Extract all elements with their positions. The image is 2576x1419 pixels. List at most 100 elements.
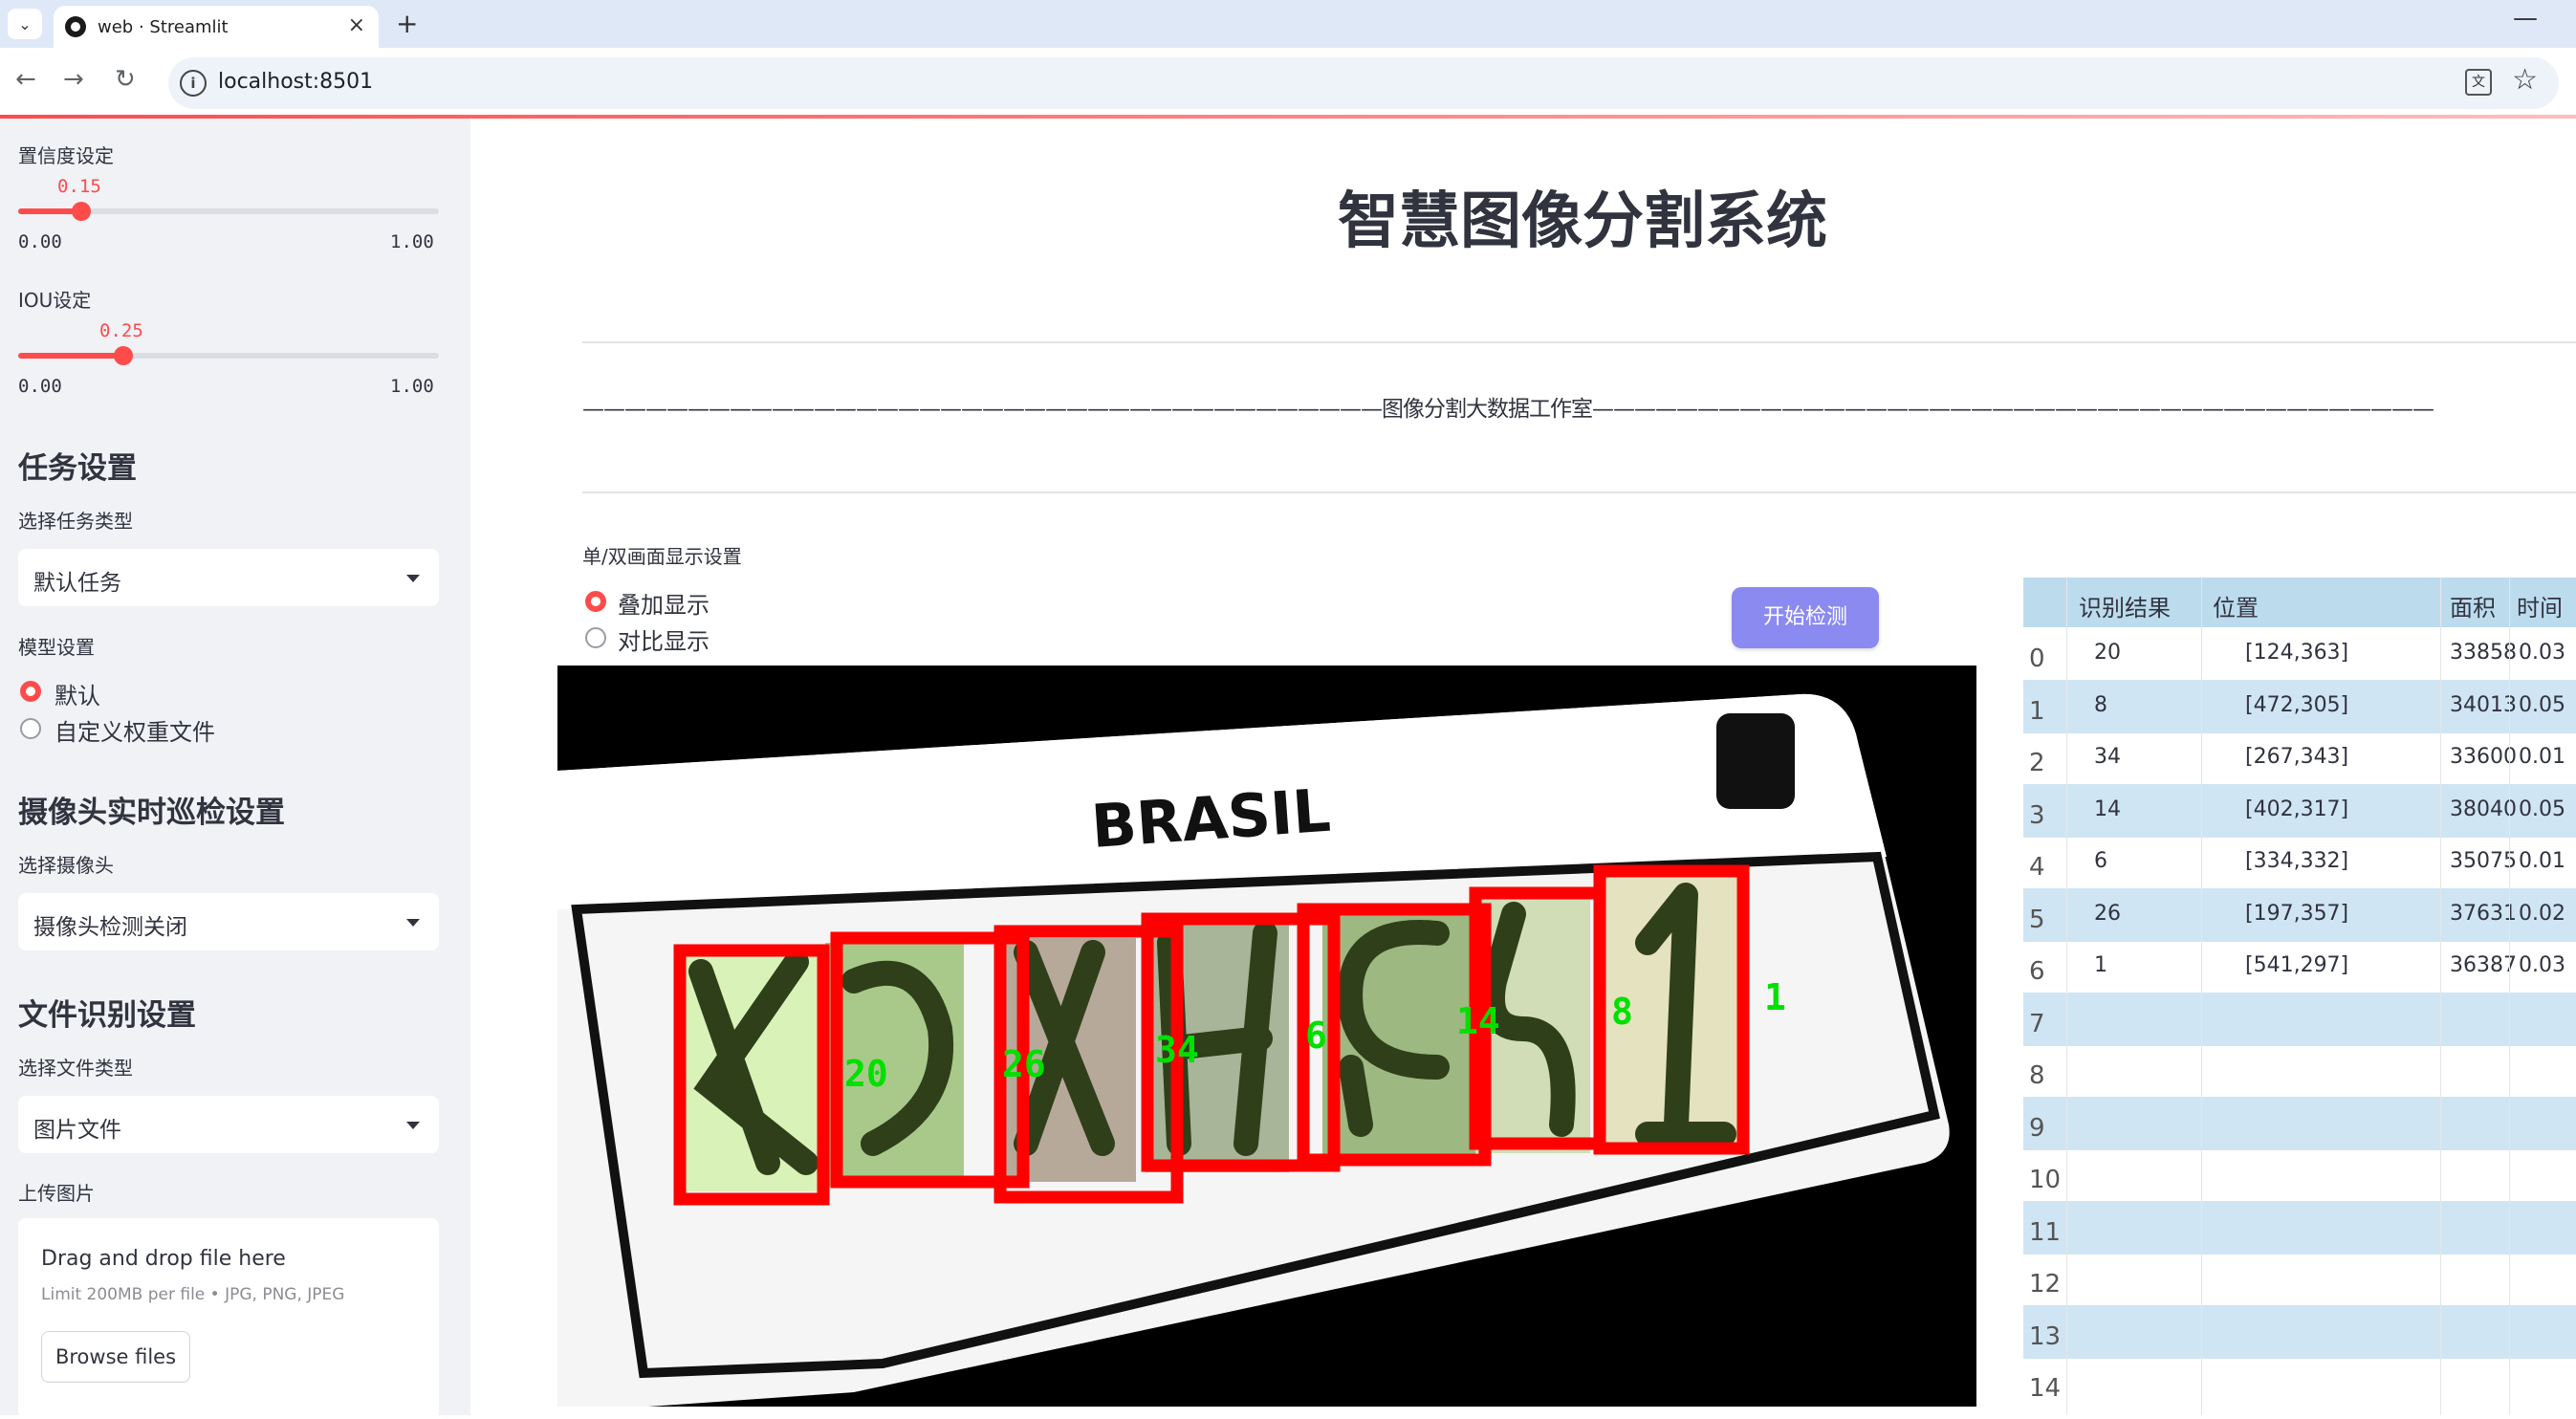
iou-min: 0.00 xyxy=(18,376,62,397)
confidence-min: 0.00 xyxy=(18,231,62,252)
iou-slider[interactable] xyxy=(18,346,439,365)
chevron-down-icon xyxy=(406,919,420,927)
column-header[interactable]: 面积 xyxy=(2450,589,2496,622)
bookmark-star-icon[interactable]: ☆ xyxy=(2512,63,2538,97)
row-index: 14 xyxy=(2029,1374,2062,1403)
table-row[interactable]: 7 xyxy=(2023,992,2576,1046)
table-cell: 20 xyxy=(2094,641,2121,665)
table-cell: 0.01 xyxy=(2519,849,2565,873)
compare-mode-label[interactable]: 对比显示 xyxy=(618,622,709,656)
column-header[interactable]: 识别结果 xyxy=(2079,589,2171,622)
back-icon[interactable]: ← xyxy=(15,65,36,94)
table-row[interactable]: 12 xyxy=(2023,1253,2576,1306)
address-bar[interactable]: i localhost:8501 文 ☆ xyxy=(168,57,2559,109)
file-uploader-dropzone[interactable]: Drag and drop file here Limit 200MB per … xyxy=(18,1218,439,1419)
row-index: 11 xyxy=(2029,1217,2062,1247)
table-cell: 6 xyxy=(2094,849,2107,873)
table-cell: 33858 xyxy=(2450,641,2517,665)
table-row[interactable]: 10 xyxy=(2023,1148,2576,1202)
overlay-mode-radio[interactable] xyxy=(585,591,606,612)
table-cell: 8 xyxy=(2094,692,2107,717)
studio-divider-text: ——————————————————————————————————————图像… xyxy=(582,397,2434,422)
table-row[interactable]: 1 8 [472,305] 34013 0.05 xyxy=(2023,679,2576,733)
table-cell: 34013 xyxy=(2450,692,2517,717)
row-index: 2 xyxy=(2029,749,2045,777)
table-cell: 26 xyxy=(2094,901,2121,926)
box-label: 14 xyxy=(1456,1000,1500,1042)
task-type-select[interactable]: 默认任务 xyxy=(18,549,439,606)
table-row[interactable]: 5 26 [197,357] 37631 0.02 xyxy=(2023,887,2576,942)
forward-icon[interactable]: → xyxy=(63,65,84,94)
row-index: 8 xyxy=(2029,1061,2045,1090)
box-label: 1 xyxy=(1764,976,1786,1018)
iou-label: IOU设定 xyxy=(18,289,92,312)
new-tab-icon[interactable]: + xyxy=(396,8,418,39)
table-cell: 1 xyxy=(2094,953,2107,977)
table-row[interactable]: 2 34 [267,343] 33600 0.01 xyxy=(2023,731,2576,785)
box-label: 20 xyxy=(844,1053,888,1095)
model-custom-radio[interactable] xyxy=(20,718,41,739)
page-title: 智慧图像分割系统 xyxy=(1338,186,1827,257)
tab-close-icon[interactable]: × xyxy=(348,13,365,37)
column-header[interactable]: 时间 xyxy=(2517,589,2563,622)
confidence-label: 置信度设定 xyxy=(18,144,114,167)
camera-settings-heading: 摄像头实时巡检设置 xyxy=(18,796,285,830)
column-header[interactable]: 位置 xyxy=(2213,589,2259,622)
file-type-value: 图片文件 xyxy=(33,1118,121,1143)
table-row[interactable]: 8 xyxy=(2023,1044,2576,1098)
table-row[interactable]: 3 14 [402,317] 38040 0.05 xyxy=(2023,783,2576,838)
model-default-radio[interactable] xyxy=(20,681,41,702)
browse-files-button[interactable]: Browse files xyxy=(41,1331,190,1383)
confidence-slider-thumb[interactable] xyxy=(72,202,91,221)
site-info-icon[interactable]: i xyxy=(180,70,207,97)
table-cell: 0.01 xyxy=(2519,745,2565,769)
row-index: 1 xyxy=(2029,696,2045,726)
overlay-mode-label[interactable]: 叠加显示 xyxy=(618,586,709,620)
browser-tab[interactable]: web · Streamlit × xyxy=(54,6,379,48)
translate-icon[interactable]: 文 xyxy=(2465,69,2492,96)
table-row[interactable]: 14 xyxy=(2023,1357,2576,1410)
box-label: 8 xyxy=(1611,991,1633,1033)
box-label: 34 xyxy=(1155,1029,1199,1071)
column-divider xyxy=(2440,578,2441,1415)
start-detection-button[interactable]: 开始检测 xyxy=(1732,587,1879,648)
table-cell: 36387 xyxy=(2450,953,2517,977)
iou-max: 1.00 xyxy=(390,376,434,397)
table-row[interactable]: 4 6 [334,332] 35075 0.01 xyxy=(2023,836,2576,889)
iou-slider-thumb[interactable] xyxy=(114,346,133,365)
upload-label: 上传图片 xyxy=(18,1182,95,1205)
row-index: 13 xyxy=(2029,1321,2062,1351)
upload-limit: Limit 200MB per file • JPG, PNG, JPEG xyxy=(41,1285,345,1304)
table-cell: [472,305] xyxy=(2245,692,2349,717)
iou-value: 0.25 xyxy=(99,320,143,341)
table-cell: 14 xyxy=(2094,797,2121,821)
table-cell: 0.05 xyxy=(2519,692,2565,717)
row-index: 4 xyxy=(2029,853,2045,882)
table-cell: [402,317] xyxy=(2245,797,2349,821)
table-row[interactable]: 0 20 [124,363] 33858 0.03 xyxy=(2023,627,2576,681)
tab-list-button[interactable]: ⌄ xyxy=(8,9,42,39)
table-row[interactable]: 6 1 [541,297] 36387 0.03 xyxy=(2023,940,2576,993)
row-index: 5 xyxy=(2029,905,2045,934)
compare-mode-radio[interactable] xyxy=(585,627,606,648)
iou-slider-fill xyxy=(18,353,123,359)
results-table[interactable]: 识别结果 位置 面积 时间 0 20 [124,363] 33858 0.03 1 8 [47… xyxy=(2023,578,2576,1415)
model-custom-label[interactable]: 自定义权重文件 xyxy=(55,713,215,747)
divider-bottom xyxy=(582,491,2576,493)
file-type-select[interactable]: 图片文件 xyxy=(18,1096,439,1153)
camera-select[interactable]: 摄像头检测关闭 xyxy=(18,893,439,950)
table-row[interactable]: 9 xyxy=(2023,1096,2576,1150)
reload-icon[interactable]: ↻ xyxy=(115,65,136,94)
table-cell: 37631 xyxy=(2450,901,2517,926)
window-minimize-icon[interactable]: — xyxy=(2513,4,2538,33)
table-row[interactable]: 13 xyxy=(2023,1304,2576,1359)
task-type-label: 选择任务类型 xyxy=(18,510,133,533)
model-default-label[interactable]: 默认 xyxy=(55,677,100,710)
task-settings-heading: 任务设置 xyxy=(18,451,137,486)
confidence-slider[interactable] xyxy=(18,202,439,221)
upload-title: Drag and drop file here xyxy=(41,1247,286,1271)
column-divider xyxy=(2066,578,2067,1415)
table-cell: [267,343] xyxy=(2245,745,2349,769)
table-row[interactable]: 11 xyxy=(2023,1200,2576,1255)
row-index: 10 xyxy=(2029,1166,2062,1194)
